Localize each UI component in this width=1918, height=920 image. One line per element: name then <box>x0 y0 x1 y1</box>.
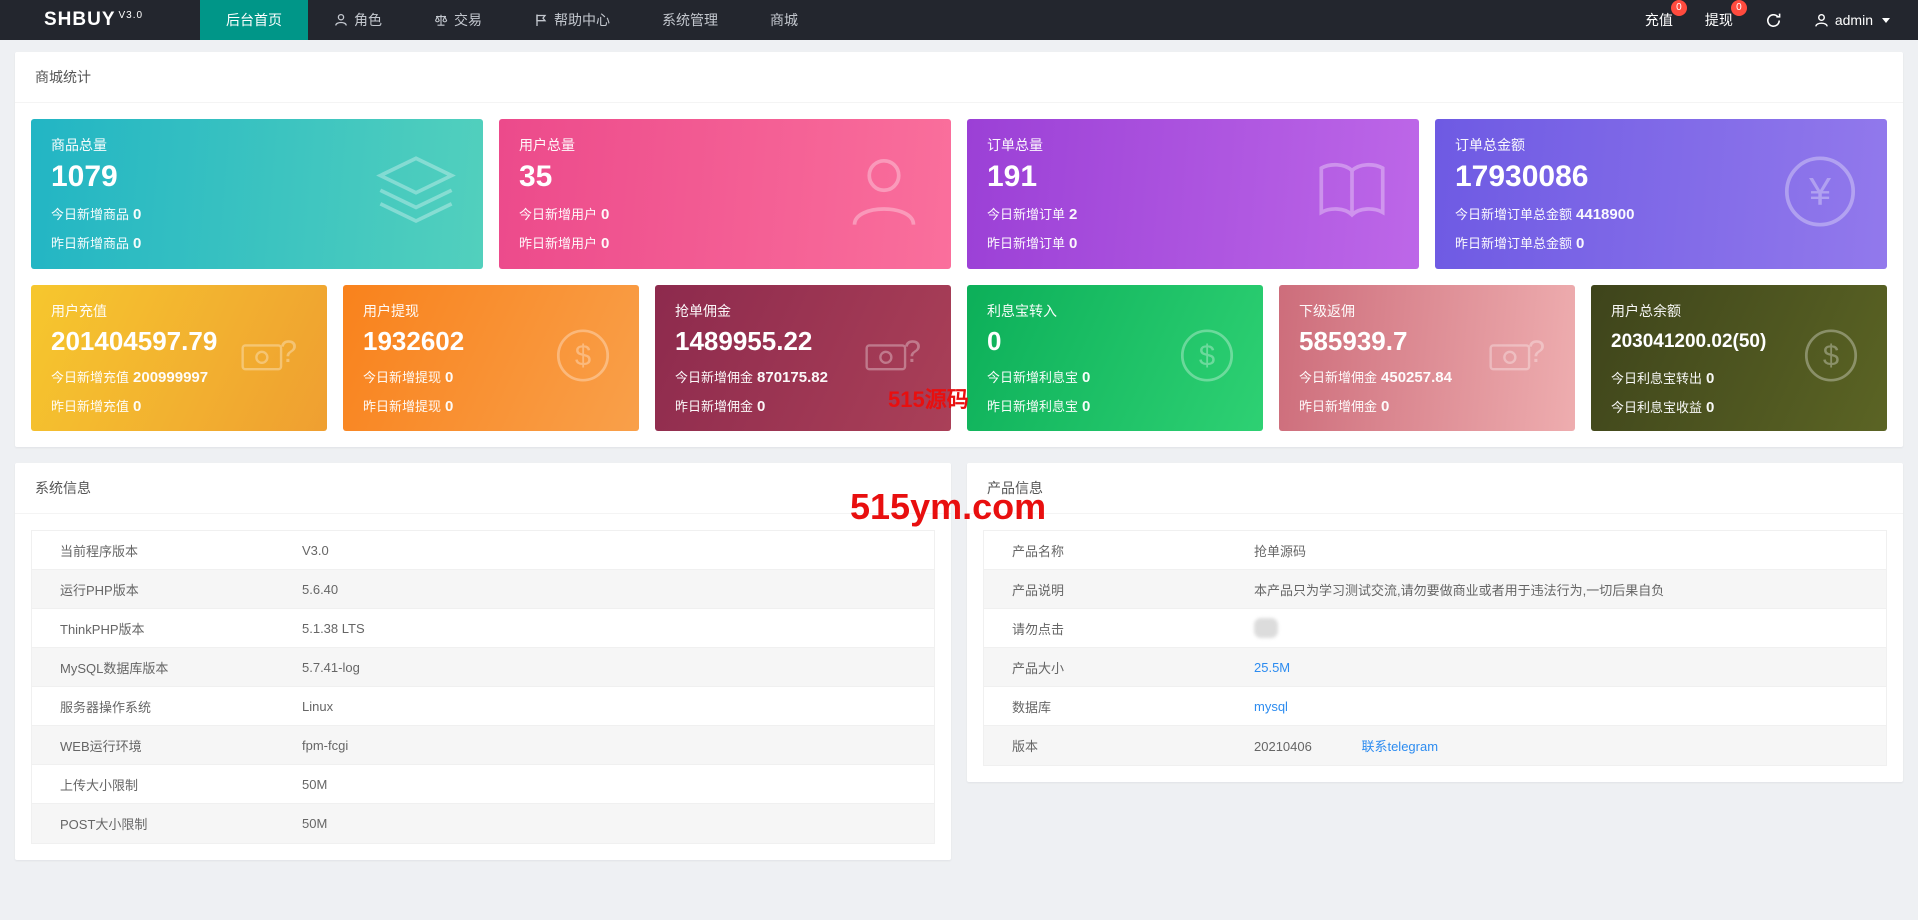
system-info-title: 系统信息 <box>15 463 951 514</box>
recharge-badge: 0 <box>1670 0 1687 16</box>
user-icon <box>334 13 348 27</box>
stats-panel: 商城统计 商品总量 1079 今日新增商品 0 昨日新增商品 0 用户总量 35 今… <box>15 52 1903 447</box>
product-size-link[interactable]: 25.5M <box>1254 660 1290 675</box>
logo: SHBUY V3.0 <box>0 0 200 40</box>
main-nav: 后台首页 角色 交易 帮助中心 系统管理 商城 <box>200 0 824 40</box>
dollar-circle-icon: $ <box>551 324 615 393</box>
svg-text:?: ? <box>1528 334 1545 369</box>
nav-item-system[interactable]: 系统管理 <box>636 0 744 40</box>
bill-question-icon: ? <box>863 324 927 393</box>
chevron-down-icon <box>1882 17 1890 23</box>
refresh-icon <box>1765 12 1782 29</box>
stats-row-1: 商品总量 1079 今日新增商品 0 昨日新增商品 0 用户总量 35 今日新增用户… <box>31 119 1887 269</box>
svg-text:$: $ <box>575 341 591 373</box>
layers-icon <box>373 149 459 240</box>
stat-card-order-amount: 订单总金额 17930086 今日新增订单总金额 4418900 昨日新增订单总金… <box>1435 119 1887 269</box>
table-row: ThinkPHP版本 5.1.38 LTS <box>32 609 934 648</box>
dollar-circle-icon: $ <box>1799 324 1863 393</box>
stat-card-sub-rebate: 下级返佣 585939.7 今日新增佣金 450257.84 昨日新增佣金 0 ? <box>1279 285 1575 431</box>
nav-item-roles[interactable]: 角色 <box>308 0 408 40</box>
nav-item-label: 系统管理 <box>662 12 718 28</box>
bill-question-icon: ? <box>239 324 303 393</box>
table-row: 上传大小限制 50M <box>32 765 934 804</box>
nav-item-label: 帮助中心 <box>554 12 610 28</box>
table-row: 产品大小 25.5M <box>984 648 1886 687</box>
table-row: POST大小限制 50M <box>32 804 934 843</box>
table-row: 服务器操作系统 Linux <box>32 687 934 726</box>
flag-icon <box>534 13 548 27</box>
yen-circle-icon: ¥ <box>1777 149 1863 240</box>
bill-question-icon: ? <box>1487 324 1551 393</box>
nav-item-trade[interactable]: 交易 <box>408 0 508 40</box>
stats-panel-title: 商城统计 <box>15 52 1903 103</box>
user-icon <box>841 149 927 240</box>
scale-icon <box>434 13 448 27</box>
database-link[interactable]: mysql <box>1254 699 1288 714</box>
stat-card-users: 用户总量 35 今日新增用户 0 昨日新增用户 0 <box>499 119 951 269</box>
nav-item-dashboard[interactable]: 后台首页 <box>200 0 308 40</box>
svg-text:¥: ¥ <box>1808 170 1831 214</box>
table-row: 当前程序版本 V3.0 <box>32 531 934 570</box>
product-info-panel: 产品信息 产品名称 抢单源码 产品说明 本产品只为学习测试交流,请勿要做商业或者… <box>967 463 1903 782</box>
svg-text:$: $ <box>1823 341 1839 373</box>
svg-text:$: $ <box>1199 341 1215 373</box>
product-info-table: 产品名称 抢单源码 产品说明 本产品只为学习测试交流,请勿要做商业或者用于违法行… <box>983 530 1887 766</box>
stat-card-order-commission: 抢单佣金 1489955.22 今日新增佣金 870175.82 昨日新增佣金 0 … <box>655 285 951 431</box>
book-icon <box>1309 149 1395 240</box>
stat-card-orders: 订单总量 191 今日新增订单 2 昨日新增订单 0 <box>967 119 1419 269</box>
username: admin <box>1834 12 1873 28</box>
table-row: 产品说明 本产品只为学习测试交流,请勿要做商业或者用于违法行为,一切后果自负 <box>984 570 1886 609</box>
nav-item-label: 商城 <box>770 12 798 28</box>
nav-item-help-center[interactable]: 帮助中心 <box>508 0 636 40</box>
stat-card-user-balance: 用户总余额 203041200.02(50) 今日利息宝转出 0 今日利息宝收益 0… <box>1591 285 1887 431</box>
svg-text:?: ? <box>904 334 921 369</box>
admin-menu[interactable]: admin <box>1814 12 1890 28</box>
table-row: 数据库 mysql <box>984 687 1886 726</box>
dollar-circle-icon: $ <box>1175 324 1239 393</box>
table-row: MySQL数据库版本 5.7.41-log <box>32 648 934 687</box>
stat-card-user-withdraw: 用户提现 1932602 今日新增提现 0 昨日新增提现 0 $ <box>343 285 639 431</box>
top-navbar: SHBUY V3.0 后台首页 角色 交易 帮助中心 系统管理 商城 充值 0 … <box>0 0 1918 40</box>
logo-version: V3.0 <box>118 9 144 21</box>
table-row: 产品名称 抢单源码 <box>984 531 1886 570</box>
logo-text: SHBUY <box>44 9 116 30</box>
recharge-label: 充值 <box>1644 12 1673 28</box>
stat-card-user-recharge: 用户充值 201404597.79 今日新增充值 200999997 昨日新增充值… <box>31 285 327 431</box>
table-row: 运行PHP版本 5.6.40 <box>32 570 934 609</box>
stats-row-2: 用户充值 201404597.79 今日新增充值 200999997 昨日新增充值… <box>31 285 1887 431</box>
nav-item-label: 交易 <box>454 12 482 28</box>
version-value: 20210406 <box>1254 739 1312 754</box>
bottom-section: 系统信息 当前程序版本 V3.0 运行PHP版本 5.6.40 ThinkPHP… <box>15 463 1903 860</box>
recharge-button[interactable]: 充值 0 <box>1644 0 1687 30</box>
stat-card-products: 商品总量 1079 今日新增商品 0 昨日新增商品 0 <box>31 119 483 269</box>
nav-item-label: 角色 <box>354 12 382 28</box>
table-row: 请勿点击 <box>984 609 1886 648</box>
nav-item-label: 后台首页 <box>226 12 282 28</box>
nav-item-mall[interactable]: 商城 <box>744 0 824 40</box>
product-info-title: 产品信息 <box>967 463 1903 514</box>
stat-card-interest-in: 利息宝转入 0 今日新增利息宝 0 昨日新增利息宝 0 $ <box>967 285 1263 431</box>
system-info-table: 当前程序版本 V3.0 运行PHP版本 5.6.40 ThinkPHP版本 5.… <box>31 530 935 844</box>
withdraw-badge: 0 <box>1730 0 1747 16</box>
table-row: 版本 20210406 联系telegram <box>984 726 1886 765</box>
telegram-link[interactable]: 联系telegram <box>1361 739 1438 754</box>
main-content: 商城统计 商品总量 1079 今日新增商品 0 昨日新增商品 0 用户总量 35 今… <box>0 40 1918 872</box>
withdraw-label: 提现 <box>1704 12 1733 28</box>
user-icon <box>1814 13 1829 28</box>
system-info-panel: 系统信息 当前程序版本 V3.0 运行PHP版本 5.6.40 ThinkPHP… <box>15 463 951 860</box>
blurred-icon <box>1254 618 1278 638</box>
withdraw-button[interactable]: 提现 0 <box>1704 0 1747 30</box>
refresh-button[interactable] <box>1765 12 1782 29</box>
svg-text:?: ? <box>280 334 297 369</box>
table-row: WEB运行环境 fpm-fcgi <box>32 726 934 765</box>
navbar-right: 充值 0 提现 0 admin <box>1645 0 1918 40</box>
